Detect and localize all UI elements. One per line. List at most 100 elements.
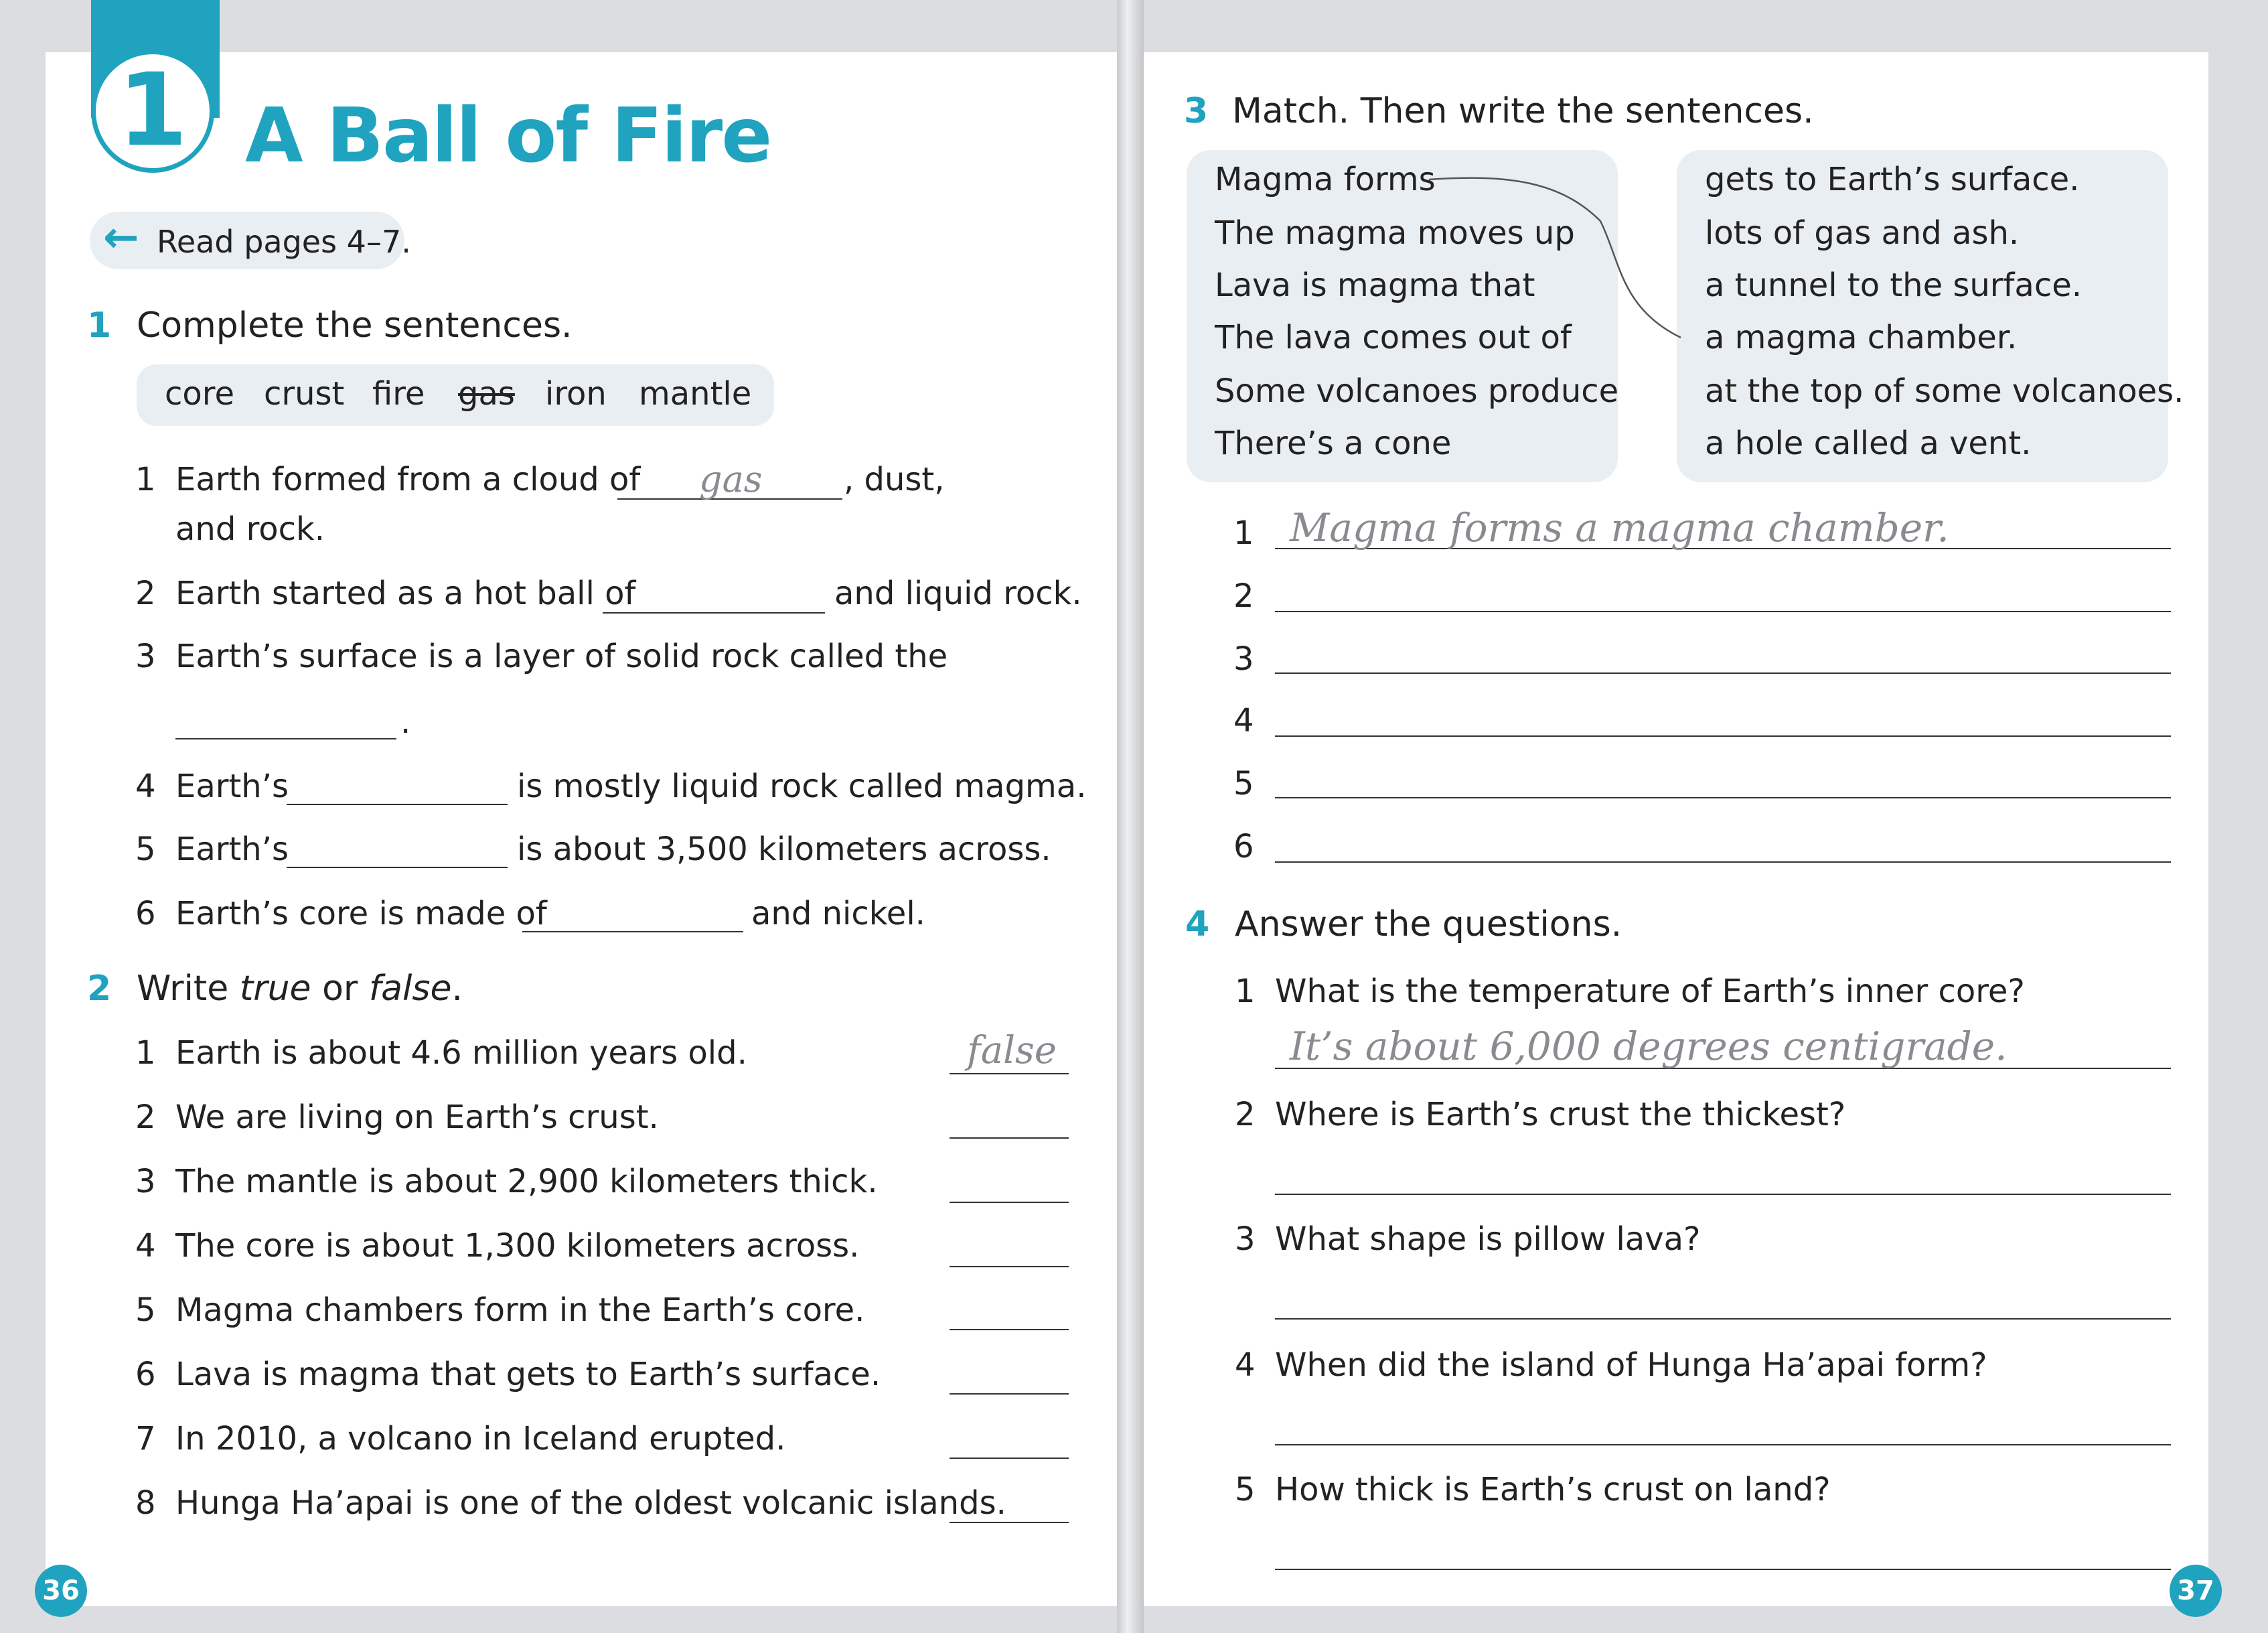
- answer-blank[interactable]: [603, 612, 825, 614]
- question-text: Where is Earth’s crust the thickest?: [1275, 1096, 1846, 1133]
- sentence-text: and liquid rock.: [834, 575, 1082, 612]
- answer-blank[interactable]: [950, 1137, 1069, 1139]
- match-right-item: a hole called a vent.: [1705, 425, 2032, 462]
- statement-text: The mantle is about 2,900 kilometers thi…: [175, 1163, 878, 1200]
- line-number: 4: [1233, 702, 1254, 739]
- word-bank-word: core: [165, 375, 234, 413]
- question-number: 1: [1235, 973, 1256, 1010]
- answer-line[interactable]: [1275, 861, 2171, 863]
- exercise-1-number: 1: [87, 305, 112, 346]
- answer-line[interactable]: [1275, 797, 2171, 798]
- answer-line[interactable]: [1275, 735, 2171, 737]
- question-number: 5: [1235, 1471, 1256, 1508]
- question-text: How thick is Earth’s crust on land?: [1275, 1471, 1831, 1508]
- item-number: 3: [135, 1163, 156, 1200]
- match-right-item: at the top of some volcanoes.: [1705, 372, 2184, 410]
- question-number: 3: [1235, 1220, 1256, 1258]
- item-number: 7: [135, 1420, 156, 1458]
- answer-blank[interactable]: [950, 1393, 1069, 1395]
- word-bank-word: mantle: [639, 375, 752, 413]
- item-number: 5: [135, 1291, 156, 1329]
- match-right-item: a tunnel to the surface.: [1705, 267, 2083, 304]
- match-right-item: gets to Earth’s surface.: [1705, 161, 2080, 198]
- line-number: 6: [1233, 828, 1254, 865]
- sentence-text: Earth formed from a cloud of: [175, 461, 641, 498]
- answer-line[interactable]: [1275, 1444, 2171, 1445]
- statement-text: In 2010, a volcano in Iceland erupted.: [175, 1420, 786, 1458]
- book-spine: [1117, 0, 1144, 1633]
- unit-number: 1: [91, 50, 214, 173]
- question-text: When did the island of Hunga Ha’apai for…: [1275, 1346, 1987, 1384]
- word-bank-word: iron: [545, 375, 607, 413]
- match-right-item: lots of gas and ash.: [1705, 214, 2020, 252]
- answer-line[interactable]: [1275, 611, 2171, 612]
- item-number: 2: [135, 575, 156, 612]
- sentence-text: Earth’s core is made of: [175, 895, 547, 932]
- exercise-1-title: Complete the sentences.: [137, 305, 573, 346]
- handwritten-answer: gas: [699, 458, 763, 500]
- answer-blank[interactable]: [950, 1329, 1069, 1330]
- answer-line[interactable]: [1275, 1569, 2171, 1570]
- item-number: 1: [135, 461, 156, 498]
- item-number: 4: [135, 1227, 156, 1265]
- sentence-text: Earth started as a hot ball of: [175, 575, 636, 612]
- answer-blank[interactable]: [950, 1073, 1069, 1074]
- answer-blank[interactable]: [950, 1522, 1069, 1523]
- exercise-4-title: Answer the questions.: [1235, 904, 1622, 944]
- statement-text: Lava is magma that gets to Earth’s surfa…: [175, 1356, 881, 1393]
- sentence-text: , dust,: [844, 461, 945, 498]
- exercise-3-number: 3: [1184, 91, 1209, 131]
- answer-blank[interactable]: [522, 931, 743, 932]
- sentence-text: Earth’s surface is a layer of solid rock…: [175, 638, 948, 675]
- line-number: 1: [1233, 514, 1254, 552]
- word-bank-word: crust: [264, 375, 345, 413]
- statement-text: The core is about 1,300 kilometers acros…: [175, 1227, 860, 1265]
- match-right-item: a magma chamber.: [1705, 319, 2018, 356]
- item-number: 1: [135, 1034, 156, 1072]
- question-text: What shape is pillow lava?: [1275, 1220, 1701, 1258]
- match-left-item: There’s a cone: [1215, 425, 1452, 462]
- handwritten-answer: Magma forms a magma chamber.: [1290, 505, 1949, 551]
- question-number: 4: [1235, 1346, 1256, 1384]
- sentence-text: is mostly liquid rock called magma.: [517, 768, 1087, 805]
- sentence-text: Earth’s: [175, 768, 289, 805]
- handwritten-answer: false: [967, 1029, 1057, 1072]
- answer-blank[interactable]: [950, 1266, 1069, 1267]
- item-number: 5: [135, 831, 156, 868]
- read-pages-text: Read pages 4–7.: [157, 224, 411, 260]
- question-text: What is the temperature of Earth’s inner…: [1275, 973, 2025, 1010]
- item-number: 6: [135, 1356, 156, 1393]
- answer-blank[interactable]: [287, 804, 508, 805]
- sentence-text: .: [400, 703, 411, 741]
- statement-text: Hunga Ha’apai is one of the oldest volca…: [175, 1484, 1006, 1522]
- item-number: 8: [135, 1484, 156, 1522]
- item-number: 6: [135, 895, 156, 932]
- page-number-left: 36: [35, 1565, 87, 1617]
- answer-line[interactable]: [1275, 672, 2171, 674]
- answer-line[interactable]: [1275, 1318, 2171, 1320]
- sentence-text: is about 3,500 kilometers across.: [517, 831, 1051, 868]
- answer-blank[interactable]: [175, 738, 396, 739]
- match-left-item: Some volcanoes produce: [1215, 372, 1619, 410]
- statement-text: Earth is about 4.6 million years old.: [175, 1034, 747, 1072]
- match-left-item: Magma forms: [1215, 161, 1436, 198]
- arrow-left-icon: ←: [103, 213, 139, 263]
- answer-line[interactable]: [1275, 1194, 2171, 1195]
- answer-blank[interactable]: [287, 867, 508, 868]
- item-number: 2: [135, 1098, 156, 1136]
- line-number: 3: [1233, 640, 1254, 678]
- match-connector-line: [1428, 177, 1681, 339]
- item-number: 3: [135, 638, 156, 675]
- statement-text: We are living on Earth’s crust.: [175, 1098, 659, 1136]
- statement-text: Magma chambers form in the Earth’s core.: [175, 1291, 865, 1329]
- sentence-text: and rock.: [175, 510, 325, 548]
- sentence-text: Earth’s: [175, 831, 289, 868]
- answer-blank[interactable]: [950, 1202, 1069, 1203]
- handwritten-answer: It’s about 6,000 degrees centigrade.: [1290, 1023, 2008, 1069]
- question-number: 2: [1235, 1096, 1256, 1133]
- answer-blank[interactable]: [950, 1458, 1069, 1459]
- exercise-4-number: 4: [1185, 904, 1210, 944]
- exercise-2-title: Write true or false.: [137, 969, 463, 1009]
- unit-title: A Ball of Fire: [245, 92, 772, 180]
- line-number: 5: [1233, 765, 1254, 802]
